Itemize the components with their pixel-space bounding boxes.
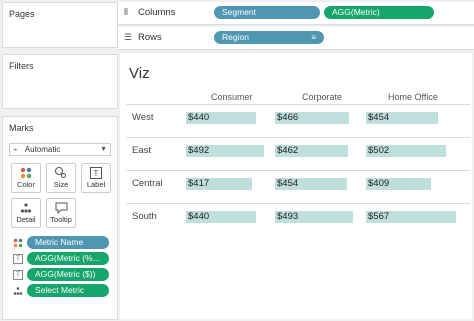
filters-card: Filters [2,54,118,109]
svg-text:T: T [94,169,99,178]
cell-value: $409 [368,178,390,189]
rows-icon: ☰ [124,32,133,42]
cell-value: $454 [368,112,390,123]
color-icon [12,164,40,180]
column-header-corporate: Corporate [302,92,343,102]
pill-region[interactable]: Region ≡ [214,31,324,44]
color-button[interactable]: Color [11,163,41,193]
size-icon [47,164,75,180]
label-encoding-icon: T [13,254,23,264]
chevron-down-icon: ▼ [100,146,107,153]
columns-icon: ⦀ [124,7,128,17]
row-header-west: West [132,112,154,123]
cell-value: $493 [277,211,299,222]
pages-card: Pages [2,2,118,48]
columns-shelf: ⦀ Columns Segment AGG(Metric) [118,2,474,25]
pill-metric-name[interactable]: Metric Name [27,236,109,249]
sort-icon[interactable]: ≡ [311,31,316,44]
label-encoding-icon: T [13,270,23,280]
tooltip-icon [47,199,75,215]
pill-agg-metric[interactable]: AGG(Metric) [324,6,434,19]
mark-type-value: Automatic [24,145,61,154]
filters-title: Filters [9,61,34,71]
cell-value: $567 [368,211,390,222]
rows-shelf: ☰ Rows Region ≡ [118,27,474,50]
detail-button[interactable]: Detail [11,198,41,228]
pill-segment[interactable]: Segment [214,6,320,19]
row-divider [126,104,470,105]
pages-title: Pages [9,9,35,19]
cell-value: $417 [188,178,210,189]
size-button[interactable]: Size [46,163,76,193]
rows-shelf-label: ☰ Rows [124,32,162,43]
detail-encoding-icon [13,286,23,296]
row-header-central: Central [132,178,163,189]
marks-card: Marks ⌁ Automatic ▼ Color Size T Label D… [2,116,118,320]
pill-agg-metric-pct[interactable]: AGG(Metric (%... [27,252,109,265]
row-header-east: East [132,145,152,156]
mark-type-icon: ⌁ [13,145,18,154]
viz-title: Viz [129,65,150,82]
columns-shelf-label: ⦀ Columns [124,7,176,18]
cell-value: $440 [188,112,210,123]
tooltip-button[interactable]: Tooltip [46,198,76,228]
cell-value: $466 [277,112,299,123]
cell-value: $462 [277,145,299,156]
pill-agg-metric-dollar[interactable]: AGG(Metric ($)) [27,268,109,281]
label-button[interactable]: T Label [81,163,111,193]
row-divider [126,137,470,138]
marks-title: Marks [9,123,34,133]
row-divider [126,203,470,204]
row-divider [126,170,470,171]
cell-value: $454 [277,178,299,189]
pill-select-metric[interactable]: Select Metric [27,284,109,297]
cell-value: $440 [188,211,210,222]
row-header-south: South [132,211,157,222]
cell-value: $492 [188,145,210,156]
detail-icon [12,199,40,215]
mark-type-dropdown[interactable]: ⌁ Automatic ▼ [9,143,111,156]
color-encoding-icon [13,238,23,248]
column-header-consumer: Consumer [211,92,253,102]
label-icon: T [82,164,110,180]
column-header-home-office: Home Office [388,92,438,102]
cell-value: $502 [368,145,390,156]
viz-canvas: Viz Consumer Corporate Home Office West $… [120,53,472,319]
